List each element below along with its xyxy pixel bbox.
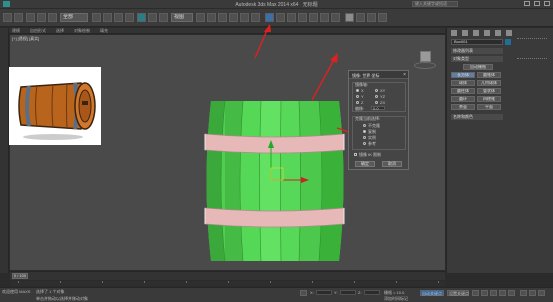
name-color-header[interactable]: 名称和颜色 [451, 114, 503, 120]
time-slider-handle[interactable]: 0 / 100 [12, 273, 28, 279]
primitive-button[interactable]: 几何球体 [477, 80, 501, 86]
primitive-button[interactable]: 长方体 [451, 72, 475, 78]
coord-z-field[interactable] [364, 290, 380, 295]
dialog-close-icon[interactable]: × [403, 72, 406, 78]
track-tick [102, 281, 103, 283]
axis-y-radio[interactable] [356, 95, 359, 98]
modify-tab-icon[interactable] [462, 30, 468, 36]
create-tab-icon[interactable] [451, 30, 457, 36]
axis-z-label: Z [361, 100, 364, 105]
add-time-tag[interactable]: 添加时间标记 [384, 296, 408, 302]
track-tick [270, 281, 271, 283]
coord-y-label: Y: [334, 290, 338, 295]
next-frame-icon[interactable] [499, 290, 506, 296]
time-slider[interactable]: 0 / 100 [10, 271, 445, 280]
orbit-icon[interactable] [529, 290, 536, 296]
mirror-ik-label: 镜像 IK 限制 [359, 152, 382, 157]
axis-xy-radio[interactable] [375, 89, 378, 92]
modifier-list-dropdown[interactable]: 修改器列表 [451, 48, 503, 54]
primitive-button[interactable]: 球体 [451, 80, 475, 86]
mirror-ik-checkbox[interactable] [354, 153, 357, 156]
cancel-button[interactable]: 取消 [382, 161, 402, 167]
motion-tab-icon[interactable] [484, 30, 490, 36]
selection-status: 选择了 1 个对象 [36, 289, 65, 294]
track-tick [228, 281, 229, 283]
track-tick [438, 281, 439, 283]
track-tick [312, 281, 313, 283]
axis-yz-radio[interactable] [375, 95, 378, 98]
clone-reference-label: 参考 [368, 141, 376, 146]
prompt-line: 单击并拖动以选择并移动对象 [36, 296, 88, 301]
set-key-button[interactable]: 设置关键点 [447, 290, 469, 296]
coord-x-label: X: [310, 290, 314, 295]
dialog-title: 镜像: 世界 坐标 [352, 73, 380, 78]
auto-grid-checkbox[interactable]: 自动栅格 [463, 64, 493, 70]
clone-none-radio[interactable] [363, 124, 366, 127]
clone-group-label: 克隆当前选择: [355, 116, 381, 121]
offset-spinner[interactable]: 0.0 [371, 106, 385, 111]
object-type-header[interactable]: 对象类型 [451, 56, 503, 62]
panel-divider [517, 38, 547, 39]
dialog-titlebar[interactable]: 镜像: 世界 坐标 × [349, 71, 408, 79]
axis-x-label: X [361, 88, 364, 93]
primitive-button[interactable]: 平面 [477, 104, 501, 110]
mirror-dialog[interactable]: 镜像: 世界 坐标 × 镜像轴: X Y Z XY YZ ZX 偏移: 0.0 … [348, 70, 409, 170]
go-to-start-icon[interactable] [472, 290, 479, 296]
coord-z-label: Z: [358, 290, 362, 295]
axis-zx-radio[interactable] [375, 101, 378, 104]
clone-instance-radio[interactable] [363, 136, 366, 139]
clone-copy-radio[interactable] [363, 130, 366, 133]
primitive-button[interactable]: 管状体 [477, 88, 501, 94]
track-tick [18, 281, 19, 283]
zoom-icon[interactable] [520, 290, 527, 296]
auto-key-button[interactable]: 自动关键点 [420, 290, 444, 296]
hierarchy-tab-icon[interactable] [473, 30, 479, 36]
play-icon[interactable] [490, 290, 497, 296]
axis-x-radio[interactable] [356, 89, 359, 92]
welcome-text: 欢迎使用 MAXS [2, 289, 31, 294]
go-to-end-icon[interactable] [508, 290, 515, 296]
lock-selection-icon[interactable] [300, 290, 307, 296]
axis-yz-label: YZ [380, 94, 386, 99]
command-panel: Box001 修改器列表 对象类型 自动栅格 长方体 圆锥体 球体 几何球体 圆… [446, 28, 553, 273]
track-tick [354, 281, 355, 283]
utilities-tab-icon[interactable] [506, 30, 512, 36]
axis-xy-label: XY [380, 88, 386, 93]
track-tick [396, 281, 397, 283]
coord-x-field[interactable] [316, 290, 332, 295]
clone-selection-group: 克隆当前选择: 不克隆 复制 实例 参考 [352, 116, 406, 150]
object-name-field[interactable]: Box001 [451, 39, 503, 45]
offset-label: 偏移: [355, 106, 365, 111]
axis-y-label: Y [361, 94, 364, 99]
prev-frame-icon[interactable] [481, 290, 488, 296]
command-panel-tabs [451, 30, 512, 36]
pan-icon[interactable] [538, 290, 545, 296]
ok-button[interactable]: 确定 [355, 161, 375, 167]
primitive-button[interactable]: 四棱锥 [477, 96, 501, 102]
track-tick [60, 281, 61, 283]
panel-divider [517, 58, 547, 59]
primitive-button[interactable]: 圆环 [451, 96, 475, 102]
track-tick [186, 281, 187, 283]
object-color-swatch[interactable] [505, 39, 511, 45]
display-tab-icon[interactable] [495, 30, 501, 36]
axis-z-radio[interactable] [356, 101, 359, 104]
primitive-button[interactable]: 圆锥体 [477, 72, 501, 78]
primitive-button[interactable]: 圆柱体 [451, 88, 475, 94]
track-tick [144, 281, 145, 283]
mirror-axis-group: 镜像轴: X Y Z XY YZ ZX 偏移: 0.0 [352, 82, 406, 112]
status-bar: 欢迎使用 MAXS 选择了 1 个对象 单击并拖动以选择并移动对象 X: Y: … [0, 287, 553, 302]
axis-zx-label: ZX [380, 100, 386, 105]
track-bar[interactable] [10, 281, 445, 286]
coord-y-field[interactable] [340, 290, 356, 295]
clone-reference-radio[interactable] [363, 142, 366, 145]
primitive-button[interactable]: 茶壶 [451, 104, 475, 110]
